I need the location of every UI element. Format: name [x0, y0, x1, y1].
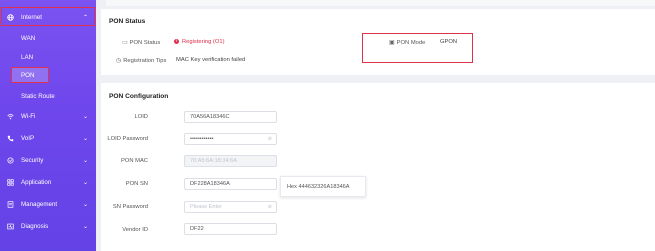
wifi-icon	[7, 113, 14, 120]
chevron-down-icon: ⌄	[82, 157, 88, 164]
chevron-down-icon: ⌄	[82, 135, 88, 142]
chevron-down-icon: ⌄	[82, 113, 88, 120]
sidebar-item-management[interactable]: Management ⌄	[0, 194, 96, 214]
grid-icon	[7, 178, 14, 186]
loid-password-label: LOID Password	[107, 136, 148, 142]
sidebar-item-label: WAN	[21, 34, 36, 42]
loid-password-value: ••••••••••••	[190, 136, 214, 142]
screen-icon: ▣	[389, 40, 395, 46]
shield-icon	[7, 156, 14, 164]
sn-password-placeholder: Please Enter	[190, 204, 223, 210]
sidebar-item-security[interactable]: Security ⌄	[0, 150, 96, 170]
pon-config-title: PON Configuration	[109, 93, 169, 100]
pon-status-label: ▭ PON Status	[122, 40, 161, 46]
sidebar-item-label: Application	[21, 178, 52, 186]
sidebar-item-label: Internet	[21, 13, 42, 21]
sidebar-item-wifi[interactable]: Wi-Fi ⌄	[0, 106, 96, 126]
registration-tips-label: ◷ Registration Tips	[116, 58, 167, 64]
sidebar-item-label: LAN	[21, 53, 34, 61]
phone-icon	[7, 135, 14, 142]
chevron-up-icon: ⌃	[82, 14, 88, 21]
pon-status-card: PON Status ▭PON Status Registering (O1) …	[101, 9, 655, 75]
vendor-id-label: Vendor ID	[122, 227, 148, 233]
sidebar-item-static-route[interactable]: Static Route	[0, 87, 96, 105]
pon-status-title: PON Status	[109, 18, 146, 25]
sidebar-item-internet[interactable]: Internet ⌃	[0, 7, 96, 27]
pon-sn-hex-tooltip: Hex 444632326A18346A	[280, 176, 366, 197]
eye-off-icon[interactable]: ⊘	[268, 204, 272, 210]
pon-sn-label: PON SN	[125, 181, 148, 187]
sidebar-item-lan[interactable]: LAN	[0, 48, 96, 66]
sidebar-item-label: Diagnosis	[21, 222, 49, 230]
pon-mac-label: PON MAC	[120, 158, 148, 164]
sn-password-label: SN Password	[112, 204, 148, 210]
pon-mode-label: ▣ PON Mode	[389, 40, 426, 46]
sidebar-item-voip[interactable]: VoIP ⌄	[0, 128, 96, 148]
clock-icon: ◷	[116, 58, 122, 64]
warning-icon	[174, 38, 179, 44]
loid-label: LOID	[134, 114, 148, 120]
chevron-down-icon: ⌄	[82, 179, 88, 186]
pon-mode-value: GPON	[440, 39, 458, 45]
sidebar-item-wan[interactable]: WAN	[0, 29, 96, 47]
pon-status-value: Registering (O1)	[174, 38, 225, 45]
chevron-down-icon: ⌄	[82, 201, 88, 208]
sidebar-item-application[interactable]: Application ⌄	[0, 172, 96, 192]
pon-mac-field: 70:A5:6A:18:34:6A	[184, 155, 277, 167]
globe-icon	[7, 13, 14, 21]
sidebar-item-label: Static Route	[21, 92, 55, 100]
sidebar: Internet ⌃ WAN LAN PON Static Route Wi-F…	[0, 0, 96, 251]
loid-password-field[interactable]: •••••••••••• ⊘	[184, 133, 277, 145]
pon-mode-highlight	[362, 33, 473, 63]
document-icon: ▭	[122, 40, 128, 46]
pon-sn-field[interactable]: DF228A18346A	[184, 178, 277, 190]
sidebar-item-label: Security	[21, 156, 44, 164]
vendor-id-field[interactable]: DF22	[184, 223, 277, 235]
sidebar-item-label: Management	[21, 200, 58, 208]
eye-off-icon[interactable]: ⊘	[268, 136, 272, 142]
sidebar-item-label: PON	[21, 71, 35, 79]
registration-tips-value: MAC Key verification failed	[176, 57, 246, 63]
sidebar-item-label: Wi-Fi	[21, 112, 36, 120]
management-icon	[7, 200, 14, 208]
diagnosis-icon	[7, 223, 14, 230]
top-strip	[106, 0, 655, 6]
chevron-down-icon: ⌄	[82, 223, 88, 230]
sn-password-field[interactable]: Please Enter ⊘	[184, 201, 277, 213]
sidebar-item-label: VoIP	[21, 134, 35, 142]
main-content: PON Status ▭PON Status Registering (O1) …	[96, 0, 655, 251]
loid-field[interactable]: 70A56A18346C	[184, 111, 277, 123]
sidebar-item-diagnosis[interactable]: Diagnosis ⌄	[0, 216, 96, 236]
sidebar-item-pon[interactable]: PON	[0, 66, 96, 84]
